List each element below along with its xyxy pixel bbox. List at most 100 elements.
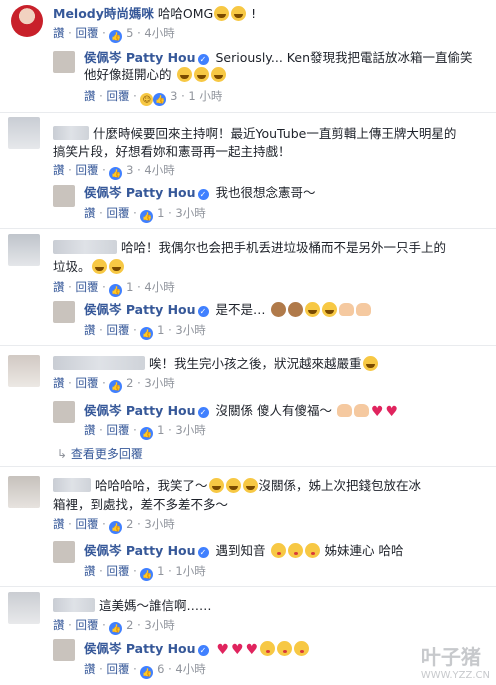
- reaction-count[interactable]: 2: [126, 517, 133, 531]
- avatar[interactable]: [8, 476, 40, 508]
- reaction-count[interactable]: 5: [126, 26, 133, 40]
- verified-badge-icon: ✓: [197, 54, 209, 65]
- reaction-count[interactable]: 2: [126, 618, 133, 632]
- like-button[interactable]: 讚: [84, 89, 96, 103]
- timestamp[interactable]: 1小時: [175, 564, 205, 578]
- reaction-count[interactable]: 1: [126, 280, 133, 294]
- timestamp[interactable]: 3小時: [144, 618, 174, 632]
- verified-badge-icon: ✓: [197, 306, 209, 317]
- avatar[interactable]: [53, 51, 75, 73]
- comment-body: 哈哈！我偶尔也会把手机丢进垃圾桶而不是另外一只手上的: [53, 240, 446, 256]
- reaction-count[interactable]: 1: [157, 323, 164, 337]
- reply-author[interactable]: 侯佩岑 Patty Hou: [84, 641, 196, 656]
- reaction-count[interactable]: 1: [157, 423, 164, 437]
- comment-actions: 讚 · 回覆 · 👍 1 · 4小時: [53, 280, 175, 297]
- reaction-count[interactable]: 3: [126, 163, 133, 177]
- blurred-author[interactable]: [53, 356, 145, 370]
- reply-author[interactable]: 侯佩岑 Patty Hou: [84, 302, 196, 317]
- watermark-main: 叶子猪: [420, 645, 481, 669]
- like-button[interactable]: 讚: [84, 423, 96, 437]
- reply-button[interactable]: 回覆: [106, 206, 129, 220]
- grinning-emoji-icon: [304, 302, 320, 317]
- comment-text: 哈哈！我偶尔也会把手机丢进垃圾桶而不是另外一只手上的: [120, 240, 446, 255]
- timestamp[interactable]: 3小時: [175, 206, 205, 220]
- timestamp[interactable]: 4小時: [144, 163, 174, 177]
- reply-author[interactable]: 侯佩岑 Patty Hou: [84, 50, 196, 65]
- like-button[interactable]: 讚: [53, 618, 65, 632]
- blurred-author[interactable]: [53, 598, 95, 612]
- reply-text: Seriously... Ken發現我把電話放冰箱一直偷笑: [215, 50, 473, 65]
- verified-badge-icon: ✓: [197, 407, 209, 418]
- reply-button[interactable]: 回覆: [75, 376, 98, 390]
- clapping-hands-icon: [338, 303, 354, 316]
- avatar[interactable]: [53, 541, 75, 563]
- like-button[interactable]: 讚: [84, 662, 96, 676]
- timestamp[interactable]: 3小時: [175, 423, 205, 437]
- avatar[interactable]: [53, 639, 75, 661]
- rofl-emoji-icon: [108, 259, 124, 274]
- reply-button[interactable]: 回覆: [75, 163, 98, 177]
- like-button[interactable]: 讚: [53, 26, 65, 40]
- reply-button[interactable]: 回覆: [75, 280, 98, 294]
- reaction-count[interactable]: 1: [157, 206, 164, 220]
- avatar[interactable]: [53, 401, 75, 423]
- blurred-author[interactable]: [53, 240, 117, 254]
- reaction-count[interactable]: 1: [157, 564, 164, 578]
- reply-actions: 讚 · 回覆 · 👍 1 · 3小時: [84, 206, 206, 223]
- avatar[interactable]: [8, 117, 40, 149]
- reply-button[interactable]: 回覆: [106, 564, 129, 578]
- kissing-emoji-icon: [277, 641, 293, 656]
- timestamp[interactable]: 4小時: [144, 26, 174, 40]
- comment-body-line2: 搞笑片段，好想看妳和憲哥再一起主持戲！: [53, 144, 291, 160]
- reply-button[interactable]: 回覆: [106, 423, 129, 437]
- like-button[interactable]: 讚: [53, 376, 65, 390]
- avatar[interactable]: [8, 592, 40, 624]
- view-more-replies-link[interactable]: ↳ 查看更多回覆: [57, 445, 143, 462]
- reaction-count[interactable]: 2: [126, 376, 133, 390]
- reply-button[interactable]: 回覆: [75, 517, 98, 531]
- reaction-count[interactable]: 6: [157, 662, 164, 676]
- like-button[interactable]: 讚: [84, 206, 96, 220]
- timestamp[interactable]: 3小時: [144, 376, 174, 390]
- avatar[interactable]: [53, 185, 75, 207]
- like-reaction-icon: 👍: [153, 93, 167, 106]
- reply-button[interactable]: 回覆: [106, 89, 129, 103]
- comment-author[interactable]: Melody時尚媽咪: [53, 6, 154, 21]
- avatar[interactable]: [53, 301, 75, 323]
- like-button[interactable]: 讚: [53, 517, 65, 531]
- reply-button[interactable]: 回覆: [106, 323, 129, 337]
- kissing-emoji-icon: [287, 543, 303, 558]
- blurred-author[interactable]: [53, 478, 91, 492]
- heart-icon: ♥: [385, 404, 399, 420]
- timestamp[interactable]: 4小時: [175, 662, 205, 676]
- timestamp[interactable]: 4小時: [144, 280, 174, 294]
- comment-body-line2: 箱裡，到處找，差不多差不多～: [53, 497, 228, 513]
- reply-arrow-icon: ↳: [57, 447, 68, 461]
- like-button[interactable]: 讚: [53, 163, 65, 177]
- like-reaction-icon: 👍: [109, 521, 123, 534]
- comment-text: 箱裡，到處找，差不多差不多～: [53, 497, 229, 512]
- avatar[interactable]: [11, 5, 43, 37]
- view-more-replies-label[interactable]: 查看更多回覆: [71, 447, 143, 461]
- reply-button[interactable]: 回覆: [106, 662, 129, 676]
- timestamp[interactable]: 1 小時: [188, 89, 222, 103]
- like-button[interactable]: 讚: [84, 323, 96, 337]
- reply-actions: 讚 · 回覆 · 👍 1 · 3小時: [84, 423, 206, 440]
- reply-body: 侯佩岑 Patty Hou ✓ 遇到知音 姊妹連心 哈哈: [84, 543, 403, 559]
- avatar[interactable]: [8, 355, 40, 387]
- reply-button[interactable]: 回覆: [75, 618, 98, 632]
- reaction-count[interactable]: 3: [170, 89, 177, 103]
- like-button[interactable]: 讚: [53, 280, 65, 294]
- reply-author[interactable]: 侯佩岑 Patty Hou: [84, 543, 196, 558]
- reply-button[interactable]: 回覆: [75, 26, 98, 40]
- reply-author[interactable]: 侯佩岑 Patty Hou: [84, 185, 196, 200]
- timestamp[interactable]: 3小時: [144, 517, 174, 531]
- avatar[interactable]: [8, 234, 40, 266]
- laughing-emoji-icon: [176, 67, 192, 82]
- blurred-author[interactable]: [53, 126, 89, 140]
- reply-author[interactable]: 侯佩岑 Patty Hou: [84, 403, 196, 418]
- timestamp[interactable]: 3小時: [175, 323, 205, 337]
- like-button[interactable]: 讚: [84, 564, 96, 578]
- fist-icon: [353, 404, 369, 417]
- comment-actions: 讚 · 回覆 · 👍 2 · 3小時: [53, 376, 175, 393]
